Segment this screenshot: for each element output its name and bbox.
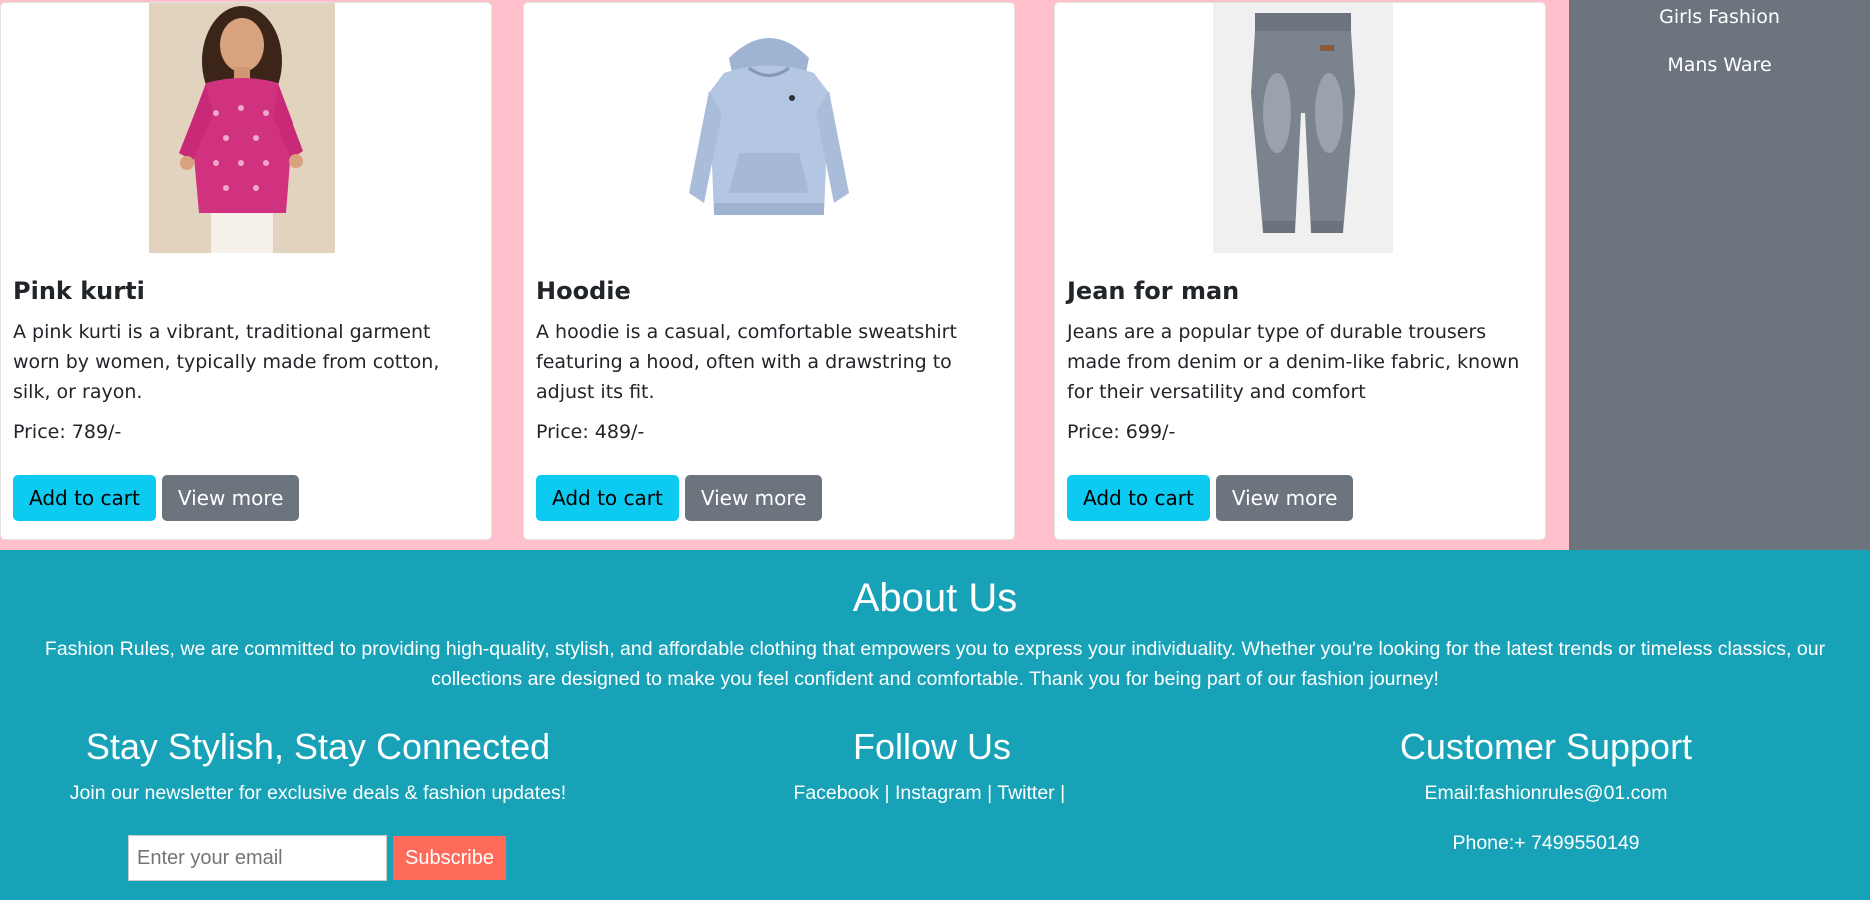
support-title: Customer Support <box>1399 726 1693 767</box>
newsletter-title: Stay Stylish, Stay Connected <box>85 726 551 767</box>
product-price: Price: 489/- <box>536 421 645 443</box>
products-section: Pink kurti A pink kurti is a vibrant, tr… <box>0 0 1870 550</box>
footer: About Us Fashion Rules, we are committed… <box>0 550 1870 900</box>
twitter-link[interactable]: Twitter <box>997 782 1054 804</box>
view-more-button[interactable]: View more <box>1215 475 1354 521</box>
product-image <box>1 3 491 253</box>
support-email: Email:fashionrules@01.com <box>1424 782 1668 804</box>
product-description: Jeans are a popular type of durable trou… <box>1067 321 1520 403</box>
add-to-cart-button[interactable]: Add to cart <box>1067 475 1210 521</box>
support-phone: Phone:+ 7499550149 <box>1452 832 1640 854</box>
newsletter-form: Subscribe <box>128 835 506 881</box>
link-separator: | <box>1054 782 1071 804</box>
product-description: A pink kurti is a vibrant, traditional g… <box>13 321 440 403</box>
link-separator: | <box>981 782 998 804</box>
view-more-button[interactable]: View more <box>161 475 300 521</box>
add-to-cart-button[interactable]: Add to cart <box>13 475 156 521</box>
newsletter-text: Join our newsletter for exclusive deals … <box>69 782 567 804</box>
about-us-text: Fashion Rules, we are committed to provi… <box>44 638 1826 690</box>
hoodie-image <box>689 38 849 215</box>
product-image <box>524 3 1014 253</box>
newsletter-section: Stay Stylish, Stay Connected Join our ne… <box>0 726 636 808</box>
instagram-link[interactable]: Instagram <box>895 782 982 804</box>
sidebar-item-girls-fashion[interactable]: Girls Fashion <box>1569 6 1870 28</box>
product-description: A hoodie is a casual, comfortable sweats… <box>536 321 957 403</box>
sidebar-item-mans-ware[interactable]: Mans Ware <box>1569 54 1870 76</box>
product-card: Pink kurti A pink kurti is a vibrant, tr… <box>0 2 492 540</box>
link-separator: | <box>879 782 895 804</box>
product-title: Hoodie <box>536 277 631 305</box>
facebook-link[interactable]: Facebook <box>793 782 879 804</box>
about-us-title: About Us <box>852 576 1018 620</box>
pink-kurti-image <box>149 3 335 253</box>
follow-title: Follow Us <box>852 726 1012 767</box>
email-input[interactable] <box>128 835 387 881</box>
product-price: Price: 789/- <box>13 421 122 443</box>
product-image <box>1055 3 1545 253</box>
sidebar: Girls Fashion Mans Ware <box>1569 0 1870 550</box>
follow-section: Follow Us Facebook | Instagram | Twitter… <box>636 726 1228 808</box>
social-links: Facebook | Instagram | Twitter | <box>636 778 1228 808</box>
add-to-cart-button[interactable]: Add to cart <box>536 475 679 521</box>
view-more-button[interactable]: View more <box>684 475 823 521</box>
jeans-image <box>1213 3 1393 253</box>
subscribe-button[interactable]: Subscribe <box>393 836 506 880</box>
product-card: Jean for man Jeans are a popular type of… <box>1054 2 1546 540</box>
product-price: Price: 699/- <box>1067 421 1176 443</box>
product-title: Pink kurti <box>13 277 145 305</box>
support-section: Customer Support Email:fashionrules@01.c… <box>1228 726 1864 858</box>
product-title: Jean for man <box>1067 277 1240 305</box>
product-card: Hoodie A hoodie is a casual, comfortable… <box>523 2 1015 540</box>
